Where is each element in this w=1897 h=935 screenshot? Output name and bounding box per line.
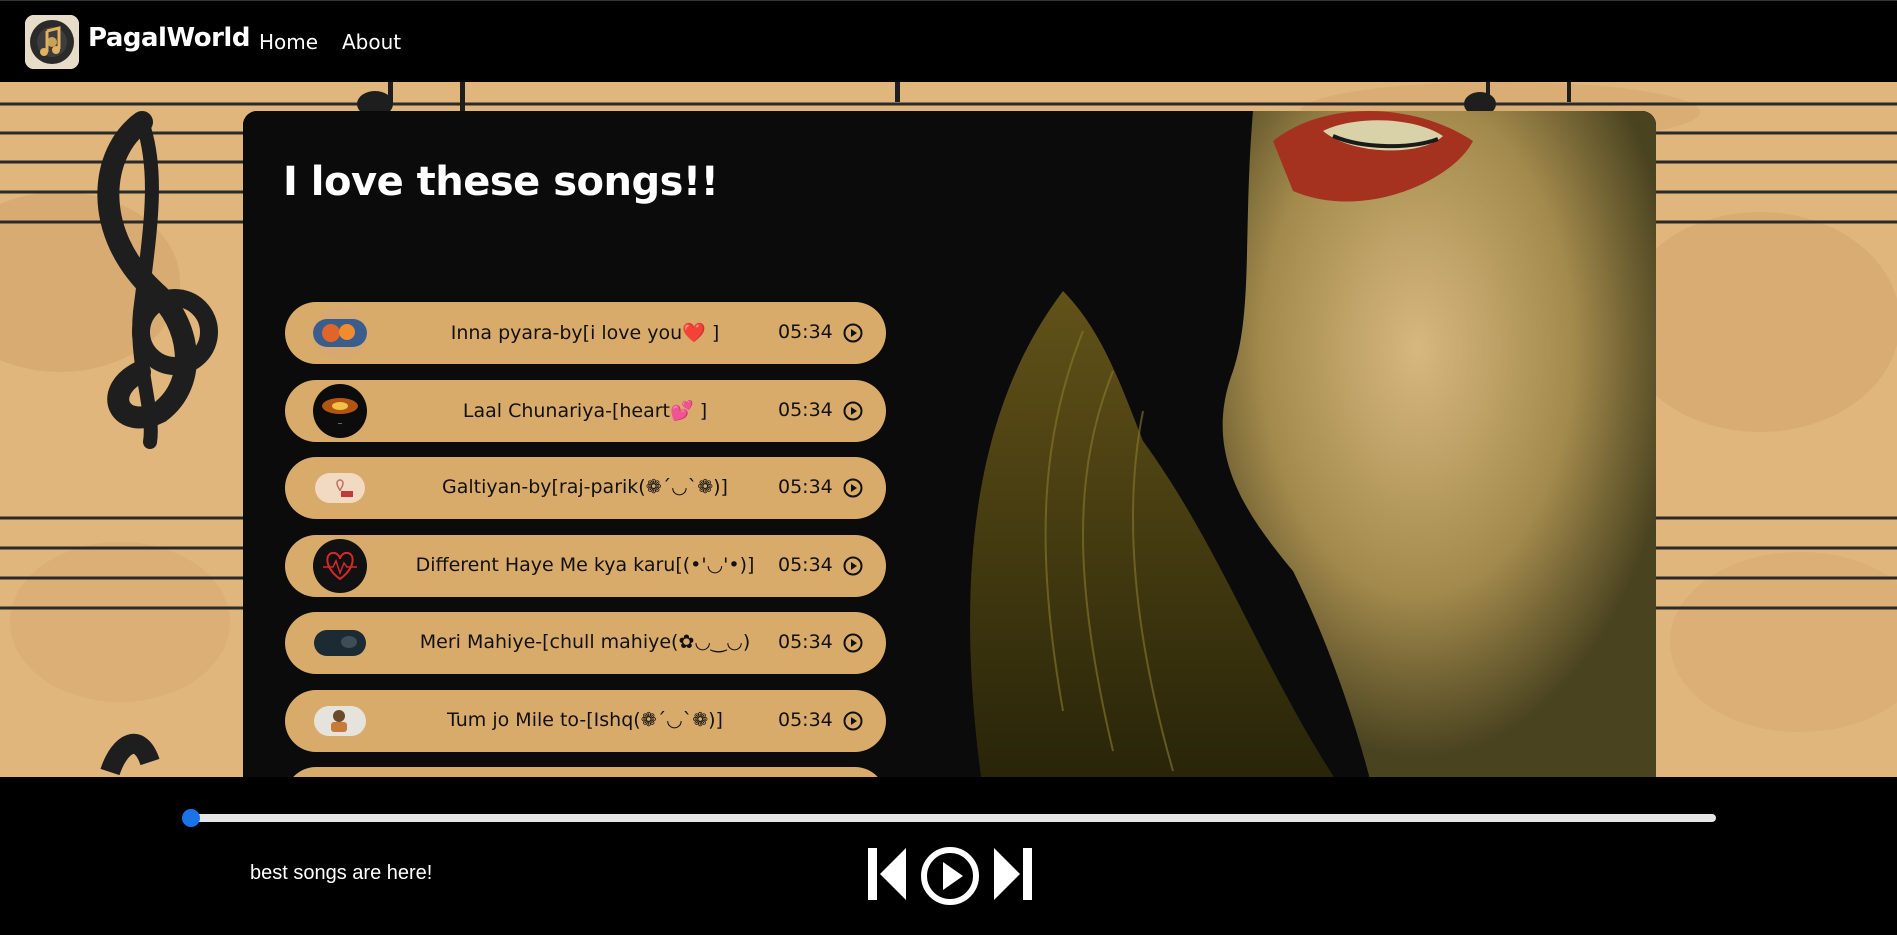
song-item[interactable]: Meri Mahiye-[chull mahiye(✿◡‿◡) 05:34 [285, 612, 886, 674]
progress-bar[interactable] [190, 814, 1716, 822]
song-name: Different Haye Me kya karu[(•'◡'•)] [415, 553, 755, 576]
song-cover-image [313, 461, 367, 515]
svg-text:~: ~ [337, 420, 343, 428]
song-item[interactable]: Different Haye Me kya karu[(•'◡'•)] 05:3… [285, 534, 886, 597]
song-duration: 05:34 [778, 553, 833, 576]
progress-thumb[interactable] [182, 809, 200, 827]
previous-icon[interactable] [866, 846, 908, 902]
song-item[interactable]: Inna pyara-by[i love you❤️ ] 05:34 [285, 302, 886, 364]
song-item[interactable]: Tum jo Mile to-[Ishq(❁´◡`❁)] 05:34 [285, 689, 886, 752]
song-name: Inna pyara-by[i love you❤️ ] [450, 322, 720, 344]
song-name: Laal Chunariya-[heart💕 ] [462, 399, 708, 422]
nav-about-link[interactable]: About [342, 30, 401, 54]
song-duration: 05:34 [778, 631, 833, 653]
song-cover-image [313, 306, 367, 360]
song-cover-image [313, 693, 367, 748]
play-icon[interactable] [920, 846, 980, 906]
play-circle-icon[interactable] [843, 633, 863, 653]
song-duration: 05:34 [778, 321, 833, 343]
play-circle-icon[interactable] [843, 478, 863, 498]
play-circle-icon[interactable] [843, 401, 863, 421]
song-cover-image [313, 616, 367, 670]
song-duration: 05:34 [778, 398, 833, 421]
song-name: Tum jo Mile to-[Ishq(❁´◡`❁)] [447, 708, 723, 731]
song-cover-image [313, 538, 367, 593]
next-icon[interactable] [992, 846, 1034, 902]
page-heading: I love these songs!! [283, 159, 719, 205]
song-name: Galtiyan-by[raj-parik(❁´◡`❁)] [442, 476, 728, 498]
navbar: PagalWorld Home About [0, 0, 1897, 82]
song-item[interactable]: Galtiyan-by[raj-parik(❁´◡`❁)] 05:34 [285, 457, 886, 519]
nav-home-link[interactable]: Home [259, 30, 318, 54]
logo-icon[interactable] [25, 15, 79, 69]
song-cover-image: ~ [313, 383, 367, 438]
brand-name[interactable]: PagalWorld [88, 23, 250, 53]
play-circle-icon[interactable] [843, 556, 863, 576]
song-duration: 05:34 [778, 708, 833, 731]
song-item[interactable]: ~ Laal Chunariya-[heart💕 ] 05:34 [285, 379, 886, 442]
play-circle-icon[interactable] [843, 323, 863, 343]
play-circle-icon[interactable] [843, 711, 863, 731]
song-name: Meri Mahiye-[chull mahiye(✿◡‿◡) [419, 631, 751, 653]
song-info-text: best songs are here! [250, 862, 433, 884]
song-duration: 05:34 [778, 476, 833, 498]
main-container: I love these songs!! Inna pyara-by[i lov… [243, 111, 1656, 791]
song-list: Inna pyara-by[i love you❤️ ] 05:34 ~ Laa… [285, 302, 886, 791]
